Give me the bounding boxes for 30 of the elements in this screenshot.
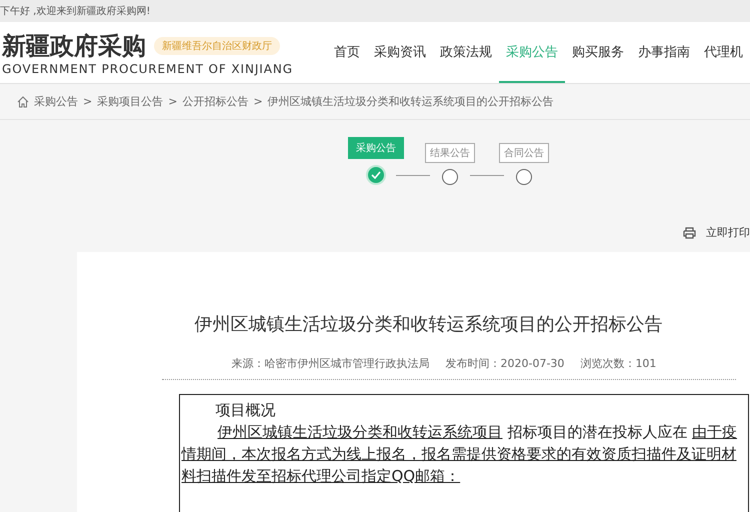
step-label: 结果公告 — [425, 143, 475, 163]
printer-icon[interactable] — [683, 226, 696, 238]
logo-title: 新疆政府采购 — [2, 30, 146, 62]
paragraph-text: 伊州区城镇生活垃圾分类和收转运系统项目 招标项目的潜在投标人应在 由于疫情期间，本次报名方式为线上报名，报名需提供资格要求的有效资质扫描件及证明材料扫描件发至招标代理公司指定QQ邮箱： — [182, 422, 738, 487]
step-label: 合同公告 — [499, 143, 549, 163]
nav-link[interactable]: 首页 — [327, 22, 367, 83]
department-badge: 新疆维吾尔自治区财政厅 — [154, 36, 280, 54]
nav-link[interactable]: 代理机 — [697, 22, 750, 83]
breadcrumb-separator: > — [253, 95, 263, 108]
step-label: 采购公告 — [348, 137, 404, 159]
breadcrumb-link[interactable]: 采购公告 — [34, 94, 78, 109]
section-heading: 项目概况 — [214, 400, 276, 421]
print-link[interactable]: 立即打印 — [706, 225, 750, 240]
nav-link[interactable]: 办事指南 — [631, 22, 697, 83]
nav-link[interactable]: 政策法规 — [433, 22, 499, 83]
meta-text: 发布时间：2020-07-30 — [446, 356, 564, 371]
meta-text: 浏览次数：101 — [580, 356, 656, 371]
breadcrumb-separator: > — [83, 95, 92, 108]
meta-text: 来源：哈密市伊州区城市管理行政执法局 — [232, 356, 430, 371]
breadcrumb-separator: > — [168, 95, 178, 108]
greeting-text: 下午好 ,欢迎来到新疆政府采购网! — [0, 4, 150, 18]
logo-subtitle: GOVERNMENT PROCUREMENT OF XINJIANG — [2, 62, 294, 76]
breadcrumb-link[interactable]: 伊州区城镇生活垃圾分类和收转运系统项目的公开招标公告 — [268, 94, 554, 109]
nav-link[interactable]: 采购资讯 — [367, 22, 433, 83]
home-icon[interactable] — [17, 96, 29, 108]
breadcrumb-link[interactable]: 采购项目公告 — [97, 94, 164, 109]
breadcrumb-link[interactable]: 公开招标公告 — [182, 94, 248, 109]
article-title: 伊州区城镇生活垃圾分类和收转运系统项目的公开招标公告 — [194, 313, 662, 336]
check-icon — [371, 171, 381, 179]
nav-link[interactable]: 购买服务 — [565, 22, 631, 83]
